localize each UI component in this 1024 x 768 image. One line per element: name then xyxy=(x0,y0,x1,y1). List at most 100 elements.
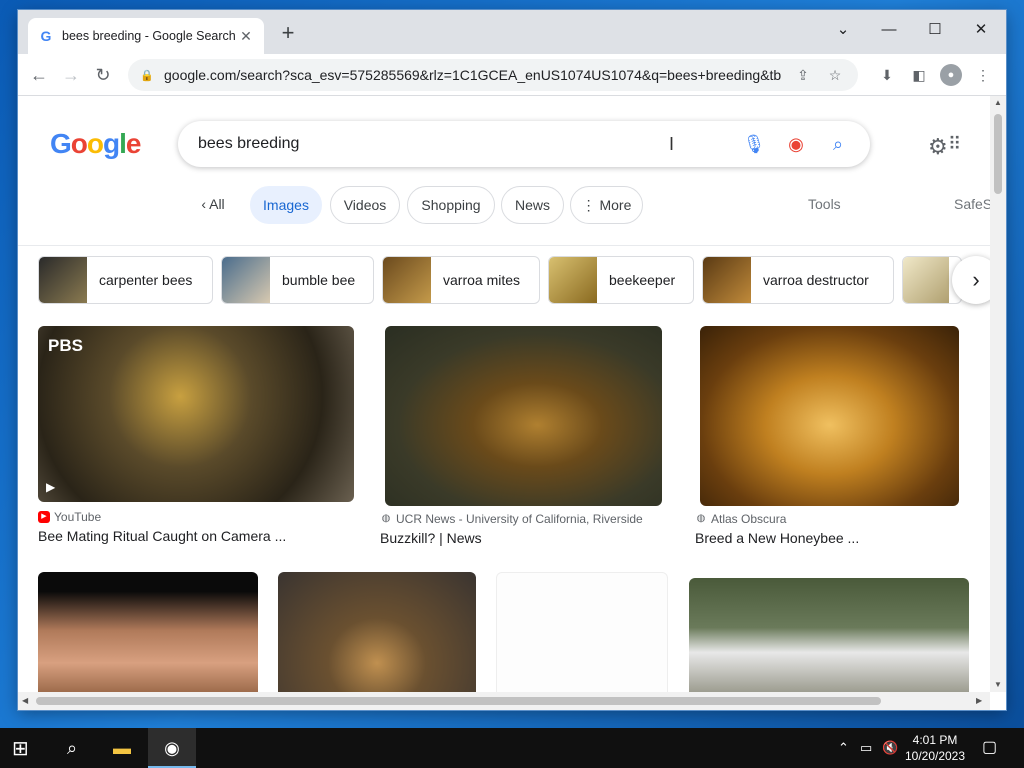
related-chip-varroa-destructor[interactable]: varroa destructor xyxy=(702,256,894,304)
result-caption[interactable]: Bee Mating Ritual Caught on Camera ... xyxy=(38,528,356,544)
result-image[interactable] xyxy=(38,572,258,692)
play-icon: ▶ xyxy=(46,480,56,494)
lock-icon: 🔒 xyxy=(140,69,154,82)
vertical-scroll-thumb[interactable] xyxy=(994,114,1002,194)
download-icon[interactable]: ⬇ xyxy=(876,64,898,86)
thumbnail-image xyxy=(703,257,751,303)
bookmark-star-icon[interactable]: ☆ xyxy=(824,67,846,84)
google-doodle-logo[interactable]: Google xyxy=(50,128,141,160)
result-card[interactable] xyxy=(278,572,476,692)
side-panel-icon[interactable]: ◧ xyxy=(908,64,930,86)
scroll-down-arrow-icon[interactable]: ▼ xyxy=(994,680,1002,689)
notifications-icon[interactable]: ▢ xyxy=(982,728,997,768)
system-clock[interactable]: 4:01 PM 10/20/2023 xyxy=(900,732,970,764)
scroll-right-arrow-icon[interactable]: ▶ xyxy=(976,696,982,705)
result-card[interactable]: ◍ Atlas Obscura Breed a New Honeybee ... xyxy=(695,326,965,546)
filter-news[interactable]: News xyxy=(501,186,564,224)
result-card[interactable] xyxy=(689,578,969,692)
filter-videos[interactable]: Videos xyxy=(330,186,400,224)
pbs-logo: PBS xyxy=(48,336,83,355)
result-image[interactable] xyxy=(278,572,476,692)
result-source[interactable]: ◍ Atlas Obscura xyxy=(695,512,965,526)
thumbnail-image xyxy=(383,257,431,303)
youtube-icon: ▶ xyxy=(38,511,50,523)
profile-avatar-icon[interactable]: ● xyxy=(940,64,962,86)
related-chip-carpenter-bees[interactable]: carpenter bees xyxy=(38,256,213,304)
safesearch-button[interactable]: SafeS xyxy=(954,196,990,212)
result-image[interactable] xyxy=(385,326,662,506)
browser-toolbar: ← → ↻ 🔒 google.com/search?sca_esv=575285… xyxy=(18,54,1006,96)
horizontal-scroll-thumb[interactable] xyxy=(36,697,881,705)
filter-shopping[interactable]: Shopping xyxy=(407,186,495,224)
back-arrow-icon[interactable]: ← xyxy=(26,62,52,88)
microphone-icon[interactable]: 🎙 xyxy=(742,134,766,155)
volume-muted-icon[interactable]: 🔇 xyxy=(882,728,898,768)
result-card[interactable] xyxy=(496,572,668,692)
result-source[interactable]: ▶ YouTube xyxy=(38,510,356,524)
tools-button[interactable]: Tools xyxy=(808,196,841,212)
vertical-scrollbar[interactable]: ▲ ▼ xyxy=(990,96,1006,692)
browser-tab[interactable]: G bees breeding - Google Search ✕ xyxy=(28,18,264,54)
close-window-button[interactable]: ✕ xyxy=(958,16,1004,44)
filter-images[interactable]: Images xyxy=(250,186,322,224)
filter-more[interactable]: ⋮ More xyxy=(570,186,643,224)
related-searches: carpenter bees bumble bee varroa mites b… xyxy=(18,256,990,306)
url-text: google.com/search?sca_esv=575285569&rlz=… xyxy=(164,67,782,83)
google-favicon-icon: G xyxy=(40,28,52,44)
related-chip-beekeeper[interactable]: beekeeper xyxy=(548,256,694,304)
new-tab-icon[interactable]: + xyxy=(278,22,298,44)
search-taskbar-icon[interactable]: ⌕ xyxy=(48,728,96,768)
share-icon[interactable]: ⇪ xyxy=(792,67,814,84)
close-tab-icon[interactable]: ✕ xyxy=(238,28,254,44)
network-icon[interactable]: ▭ xyxy=(860,728,872,768)
related-chip-bumble-bee[interactable]: bumble bee xyxy=(221,256,374,304)
search-icon[interactable]: ⌕ xyxy=(826,134,850,155)
result-card[interactable] xyxy=(38,572,258,692)
forward-arrow-icon[interactable]: → xyxy=(58,62,84,88)
tray-chevron-icon[interactable]: ⌃ xyxy=(838,728,849,768)
result-card[interactable]: ◍ UCR News - University of California, R… xyxy=(380,326,670,546)
apps-grid-icon[interactable]: ⠿ xyxy=(948,134,961,155)
result-caption[interactable]: Breed a New Honeybee ... xyxy=(695,530,965,546)
minimize-button[interactable]: — xyxy=(866,16,912,44)
more-dots-icon: ⋮ xyxy=(581,197,600,213)
browser-window: G bees breeding - Google Search ✕ + ⌄ — … xyxy=(18,10,1006,710)
result-image[interactable] xyxy=(700,326,959,506)
search-box[interactable]: bees breeding I 🎙 ◉ ⌕ xyxy=(178,121,870,167)
maximize-button[interactable]: ☐ xyxy=(912,16,958,44)
windows-start-icon[interactable]: ⊞ xyxy=(12,736,29,761)
clock-time: 4:01 PM xyxy=(912,733,958,747)
result-image[interactable] xyxy=(689,578,969,692)
result-source[interactable]: ◍ UCR News - University of California, R… xyxy=(380,512,670,526)
globe-icon: ◍ xyxy=(696,513,706,524)
horizontal-scrollbar[interactable]: ◀ ▶ xyxy=(18,692,990,710)
result-image[interactable]: PBS ▶ xyxy=(38,326,354,502)
filter-all[interactable]: ‹ All xyxy=(188,186,238,224)
text-cursor-icon: I xyxy=(668,133,674,154)
search-results-page: Google bees breeding I 🎙 ◉ ⌕ ⚙ ⠿ ‹ All I… xyxy=(18,96,990,692)
result-card[interactable]: PBS ▶ ▶ YouTube Bee Mating Ritual Caught… xyxy=(38,326,356,544)
thumbnail-image xyxy=(222,257,270,303)
tab-search-chevron-icon[interactable]: ⌄ xyxy=(820,16,866,44)
search-input[interactable]: bees breeding xyxy=(198,135,669,153)
thumbnail-image xyxy=(39,257,87,303)
menu-kebab-icon[interactable]: ⋮ xyxy=(972,64,994,86)
settings-gear-icon[interactable]: ⚙ xyxy=(928,134,948,160)
file-explorer-icon[interactable]: ▬ xyxy=(98,728,146,768)
chevron-left-icon: ‹ xyxy=(201,196,210,212)
search-header: Google bees breeding I 🎙 ◉ ⌕ ⚙ ⠿ ‹ All I… xyxy=(18,96,990,246)
windows-taskbar: ⊞ ⌕ ▬ ◉ ⌃ ▭ 🔇 4:01 PM 10/20/2023 ▢ xyxy=(0,728,1024,768)
reload-icon[interactable]: ↻ xyxy=(90,62,116,88)
tab-bar: G bees breeding - Google Search ✕ + ⌄ — … xyxy=(18,10,1006,54)
chrome-taskbar-icon[interactable]: ◉ xyxy=(148,728,196,768)
bee-lifecycle-diagram-image[interactable] xyxy=(496,572,668,692)
address-bar[interactable]: 🔒 google.com/search?sca_esv=575285569&rl… xyxy=(128,59,858,91)
result-caption[interactable]: Buzzkill? | News xyxy=(380,530,670,546)
scroll-left-arrow-icon[interactable]: ◀ xyxy=(22,696,28,705)
google-lens-icon[interactable]: ◉ xyxy=(784,134,808,155)
globe-icon: ◍ xyxy=(381,513,391,524)
related-chip-varroa-mites[interactable]: varroa mites xyxy=(382,256,540,304)
scroll-up-arrow-icon[interactable]: ▲ xyxy=(994,98,1002,107)
tab-title: bees breeding - Google Search xyxy=(62,29,236,43)
thumbnail-image xyxy=(549,257,597,303)
